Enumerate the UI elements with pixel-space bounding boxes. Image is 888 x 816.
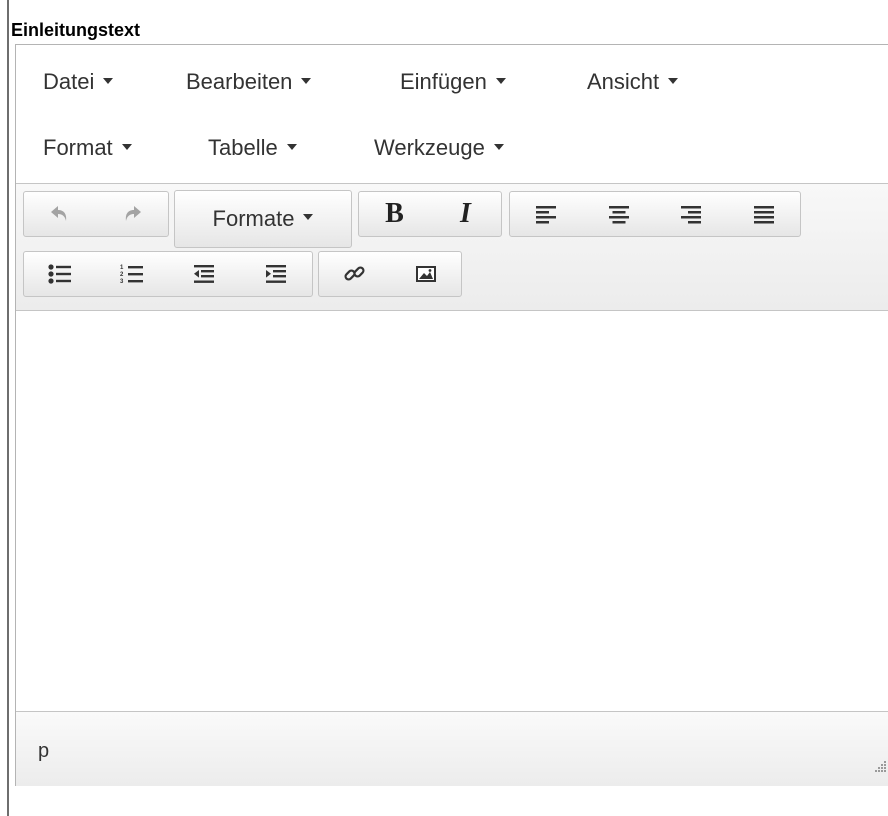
menu-tabelle[interactable]: Tabelle: [208, 135, 297, 161]
left-border-rule: [7, 0, 9, 816]
bold-icon: B: [385, 198, 404, 229]
indent-icon: [266, 265, 286, 283]
bold-button[interactable]: B: [359, 192, 430, 236]
image-icon: [415, 266, 436, 282]
caret-down-icon: [121, 144, 132, 151]
caret-down-icon: [668, 78, 679, 85]
menu-label: Ansicht: [587, 69, 660, 94]
statusbar: p: [16, 711, 888, 786]
rich-text-editor: Datei Bearbeiten Einfügen Ansicht Format…: [15, 44, 888, 786]
resize-handle-icon[interactable]: [871, 758, 887, 774]
align-center-icon: [608, 206, 629, 224]
numbered-list-icon: 1 2 3: [120, 265, 143, 285]
numbered-list-button[interactable]: 1 2 3: [96, 252, 168, 296]
menu-label: Werkzeuge: [374, 135, 485, 160]
list-group: 1 2 3: [23, 251, 313, 297]
menubar: Datei Bearbeiten Einfügen Ansicht Format…: [16, 45, 888, 183]
menu-werkzeuge[interactable]: Werkzeuge: [374, 135, 504, 161]
outdent-button[interactable]: [168, 252, 240, 296]
caret-down-icon: [493, 144, 504, 151]
menu-bearbeiten[interactable]: Bearbeiten: [186, 69, 312, 95]
align-center-button[interactable]: [583, 192, 656, 236]
svg-text:2: 2: [120, 272, 124, 278]
svg-text:3: 3: [120, 279, 124, 285]
align-right-button[interactable]: [655, 192, 728, 236]
outdent-icon: [194, 265, 214, 283]
caret-down-icon: [495, 78, 506, 85]
content-editable-area[interactable]: [16, 311, 888, 711]
menu-label: Format: [43, 135, 113, 160]
insert-group: [318, 251, 462, 297]
history-group: [23, 191, 169, 237]
menu-einfuegen[interactable]: Einfügen: [400, 69, 506, 95]
bullet-list-button[interactable]: [24, 252, 96, 296]
menu-format[interactable]: Format: [43, 135, 132, 161]
align-left-icon: [536, 206, 557, 224]
italic-button[interactable]: I: [430, 192, 501, 236]
menu-label: Tabelle: [208, 135, 278, 160]
field-label: Einleitungstext: [11, 20, 141, 40]
align-justify-button[interactable]: [728, 192, 801, 236]
element-path[interactable]: p: [38, 740, 49, 763]
caret-down-icon: [286, 144, 297, 151]
menu-ansicht[interactable]: Ansicht: [587, 69, 679, 95]
link-button[interactable]: [319, 252, 390, 296]
svg-text:1: 1: [120, 265, 124, 271]
text-style-group: B I: [358, 191, 502, 237]
indent-button[interactable]: [240, 252, 312, 296]
caret-down-icon: [103, 78, 114, 85]
undo-button[interactable]: [24, 192, 96, 236]
align-left-button[interactable]: [510, 192, 583, 236]
alignment-group: [509, 191, 801, 237]
menu-label: Einfügen: [400, 69, 487, 94]
redo-icon: [125, 206, 141, 221]
formats-label: Formate: [212, 206, 295, 231]
caret-down-icon: [303, 214, 314, 220]
link-icon: [343, 266, 365, 281]
align-right-icon: [681, 206, 702, 224]
menu-label: Bearbeiten: [186, 69, 293, 94]
menu-label: Datei: [43, 69, 95, 94]
align-justify-icon: [753, 206, 774, 224]
bullet-list-icon: [48, 264, 71, 284]
italic-icon: I: [460, 198, 471, 229]
toolbar: Formate B I 1 2 3: [16, 183, 888, 311]
menu-datei[interactable]: Datei: [43, 69, 114, 95]
caret-down-icon: [301, 78, 312, 85]
undo-icon: [51, 206, 67, 221]
formats-dropdown[interactable]: Formate: [174, 190, 352, 248]
image-button[interactable]: [390, 252, 461, 296]
redo-button[interactable]: [96, 192, 168, 236]
